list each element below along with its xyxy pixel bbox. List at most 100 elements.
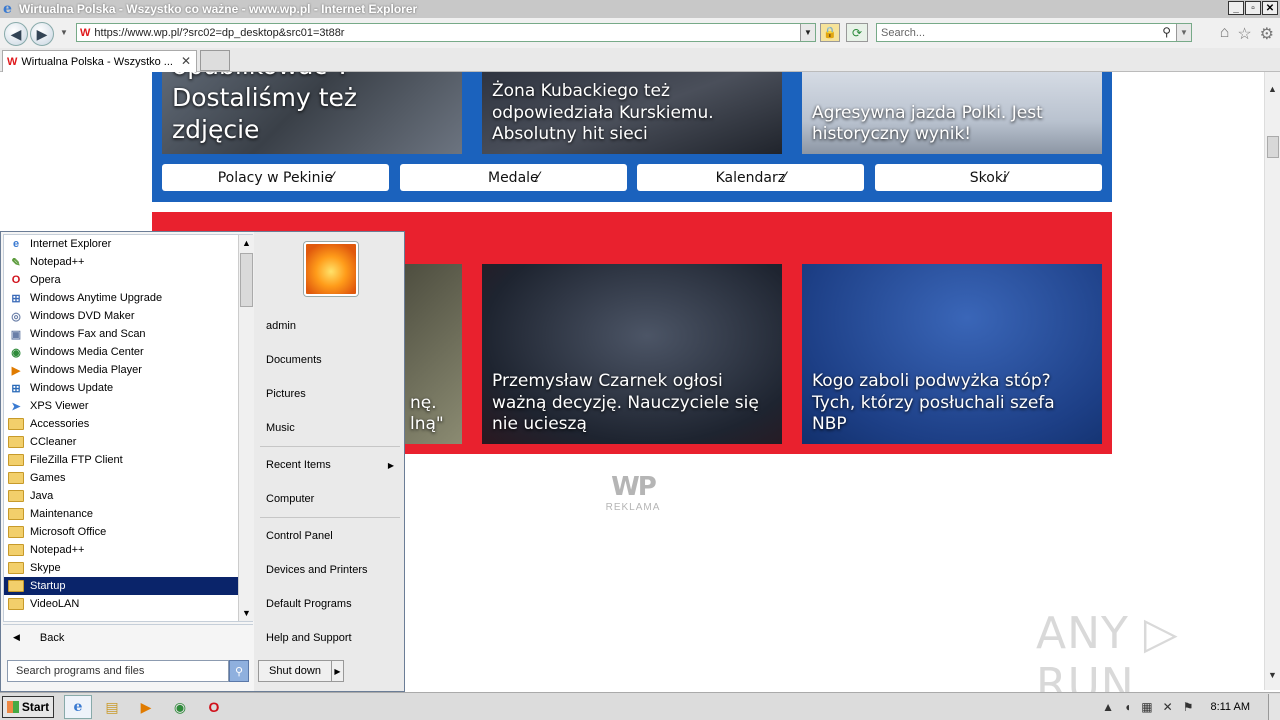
tools-gear-icon[interactable]: ⚙ xyxy=(1260,24,1274,44)
news-card-3[interactable]: Kogo zaboli podwyżka stóp? Tych, którzy … xyxy=(802,264,1102,444)
address-dropdown-icon[interactable]: ▼ xyxy=(800,24,815,41)
news-card-2-caption[interactable]: Przemysław Czarnek ogłosi ważną decyzję.… xyxy=(492,371,772,436)
navigation-bar: ◀ ▶ ▼ W https://www.wp.pl/?src02=dp_desk… xyxy=(0,18,1280,48)
taskbar-explorer-icon[interactable]: ▤ xyxy=(98,695,126,719)
taskbar-media-player-icon[interactable]: ▶ xyxy=(132,695,160,719)
program-item[interactable]: Accessories xyxy=(4,415,238,433)
separator xyxy=(260,446,400,447)
home-icon[interactable]: ⌂ xyxy=(1220,24,1230,44)
start-item-control-panel[interactable]: Control Panel xyxy=(266,530,333,542)
start-item-computer[interactable]: Computer xyxy=(266,493,314,505)
program-item[interactable]: CCleaner xyxy=(4,433,238,451)
close-button[interactable]: ✕ xyxy=(1262,1,1278,15)
program-item[interactable]: ◎ Windows DVD Maker xyxy=(4,307,238,325)
page-scrollbar[interactable]: ▲ ▼ xyxy=(1264,72,1280,690)
program-item[interactable]: Notepad++ xyxy=(4,541,238,559)
program-item[interactable]: ▣ Windows Fax and Scan xyxy=(4,325,238,343)
new-tab-button[interactable] xyxy=(200,50,230,71)
start-item-documents[interactable]: Documents xyxy=(266,354,322,366)
program-item[interactable]: Games xyxy=(4,469,238,487)
search-box[interactable]: Search... ⚲ ▼ xyxy=(876,23,1192,42)
sport-card-2[interactable]: Żona Kubackiego też odpowiedziała Kurski… xyxy=(482,72,782,154)
tab-wp[interactable]: W Wirtualna Polska - Wszystko ... ✕ xyxy=(2,50,197,72)
program-item[interactable]: ◉ Windows Media Center xyxy=(4,343,238,361)
program-item[interactable]: FileZilla FTP Client xyxy=(4,451,238,469)
security-shield-icon[interactable]: ✕ xyxy=(1163,700,1173,714)
lock-icon[interactable]: 🔒 xyxy=(820,23,840,42)
tab-close-icon[interactable]: ✕ xyxy=(181,54,191,68)
folder-icon xyxy=(8,490,24,502)
programs-scrollbar[interactable]: ▲ ▼ xyxy=(238,235,254,621)
shutdown-button[interactable]: Shut down xyxy=(258,660,332,682)
start-item-devices[interactable]: Devices and Printers xyxy=(266,564,368,576)
program-item[interactable]: O Opera xyxy=(4,271,238,289)
program-item[interactable]: Startup xyxy=(4,577,238,595)
start-item-music[interactable]: Music xyxy=(266,422,295,434)
program-item[interactable]: ⊞ Windows Anytime Upgrade xyxy=(4,289,238,307)
pill-kalendarz[interactable]: Kalendarz ⁄ xyxy=(637,164,864,191)
pill-skoki[interactable]: Skoki ⁄ xyxy=(875,164,1102,191)
scroll-up-icon[interactable]: ▲ xyxy=(1268,84,1277,94)
start-item-default-programs[interactable]: Default Programs xyxy=(266,598,352,610)
program-item[interactable]: VideoLAN xyxy=(4,595,238,613)
program-item[interactable]: Maintenance xyxy=(4,505,238,523)
start-item-help[interactable]: Help and Support xyxy=(266,632,352,644)
programs-scroll-down-icon[interactable]: ▼ xyxy=(242,608,251,618)
program-item[interactable]: ✎ Notepad++ xyxy=(4,253,238,271)
pill-medale[interactable]: Medale ⁄ xyxy=(400,164,627,191)
search-dropdown-icon[interactable]: ▼ xyxy=(1176,24,1191,41)
favorites-star-icon[interactable]: ☆ xyxy=(1237,24,1251,44)
volume-icon[interactable]: ◖ xyxy=(1124,700,1131,714)
history-dropdown-icon[interactable]: ▼ xyxy=(60,28,68,37)
address-bar[interactable]: W https://www.wp.pl/?src02=dp_desktop&sr… xyxy=(76,23,816,42)
programs-scroll-thumb[interactable] xyxy=(240,253,253,307)
back-button[interactable]: ◀ Back xyxy=(3,624,253,650)
start-button[interactable]: Start xyxy=(2,696,54,718)
search-magnifier-icon[interactable]: ⚲ xyxy=(1162,25,1171,39)
programs-scroll-up-icon[interactable]: ▲ xyxy=(242,238,251,248)
program-item[interactable]: ➤ XPS Viewer xyxy=(4,397,238,415)
pill-slash-icon: ⁄ xyxy=(330,169,334,186)
sport-card-1[interactable]: opublikować". Dostaliśmy też zdjęcie xyxy=(162,72,462,154)
program-item[interactable]: e Internet Explorer xyxy=(4,235,238,253)
program-item[interactable]: Microsoft Office xyxy=(4,523,238,541)
sport-card-2-caption[interactable]: Żona Kubackiego też odpowiedziała Kurski… xyxy=(492,81,772,146)
program-item[interactable]: ⊞ Windows Update xyxy=(4,379,238,397)
taskbar-chrome-icon[interactable]: ◉ xyxy=(166,695,194,719)
refresh-icon[interactable]: ⟳ xyxy=(846,23,868,42)
user-avatar[interactable] xyxy=(304,242,358,296)
network-icon[interactable]: ▦ xyxy=(1141,700,1152,714)
sport-card-1-caption[interactable]: opublikować". Dostaliśmy też zdjęcie xyxy=(172,72,452,146)
pill-polacy-w-pekinie[interactable]: Polacy w Pekinie ⁄ xyxy=(162,164,389,191)
program-item[interactable]: Skype xyxy=(4,559,238,577)
restore-button[interactable]: ▫ xyxy=(1245,1,1261,15)
shutdown-options-icon[interactable]: ▶ xyxy=(332,660,344,682)
show-desktop-button[interactable] xyxy=(1268,694,1280,720)
program-item[interactable]: Java xyxy=(4,487,238,505)
news-card-1-caption[interactable]: nę. lną" xyxy=(410,393,460,437)
start-search-icon[interactable]: ⚲ xyxy=(229,660,249,682)
back-arrow-icon[interactable]: ◀ xyxy=(4,22,28,46)
taskbar-ie-icon[interactable]: e xyxy=(64,695,92,719)
sport-card-3[interactable]: Agresywna jazda Polki. Jest historyczny … xyxy=(802,72,1102,154)
taskbar-opera-icon[interactable]: O xyxy=(200,695,228,719)
scroll-thumb[interactable] xyxy=(1267,136,1279,158)
news-card-3-caption[interactable]: Kogo zaboli podwyżka stóp? Tych, którzy … xyxy=(812,371,1092,436)
search-input[interactable]: Search... xyxy=(881,27,925,39)
program-item[interactable]: ▶ Windows Media Player xyxy=(4,361,238,379)
action-center-flag-icon[interactable]: ⚑ xyxy=(1183,700,1194,714)
start-item-admin[interactable]: admin xyxy=(266,320,296,332)
start-item-recent[interactable]: Recent Items xyxy=(266,459,331,471)
folder-icon xyxy=(8,436,24,448)
scroll-down-icon[interactable]: ▼ xyxy=(1268,670,1277,680)
start-item-pictures[interactable]: Pictures xyxy=(266,388,306,400)
start-search-input[interactable]: Search programs and files xyxy=(7,660,229,682)
clock[interactable]: 8:11 AM xyxy=(1210,701,1250,713)
sport-card-3-caption[interactable]: Agresywna jazda Polki. Jest historyczny … xyxy=(812,103,1092,147)
folder-icon xyxy=(8,508,24,520)
minimize-button[interactable]: _ xyxy=(1228,1,1244,15)
tray-expand-icon[interactable]: ▲ xyxy=(1102,700,1114,714)
news-card-2[interactable]: Przemysław Czarnek ogłosi ważną decyzję.… xyxy=(482,264,782,444)
address-url[interactable]: https://www.wp.pl/?src02=dp_desktop&src0… xyxy=(94,27,344,39)
forward-arrow-icon[interactable]: ▶ xyxy=(30,22,54,46)
